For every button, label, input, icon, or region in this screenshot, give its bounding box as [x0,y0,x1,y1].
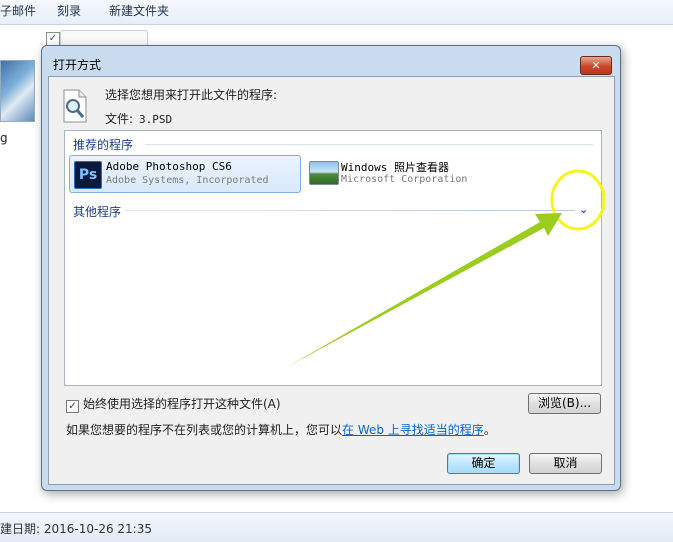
chevron-down-icon[interactable]: ⌄ [579,203,588,216]
always-use-label: 始终使用选择的程序打开这种文件(A) [83,397,281,411]
thumbnail-checkbox[interactable]: ✓ [46,32,60,46]
program-photo-viewer[interactable]: Windows 照片查看器 Microsoft Corporation [305,155,535,191]
toolbar-new-folder[interactable]: 新建文件夹 [109,2,169,19]
open-with-dialog: 打开方式 ✕ 选择您想用来打开此文件的程序: 文件: 3.PSD 推荐的程序 Ps… [41,45,621,491]
always-use-row[interactable]: ✓ 始终使用选择的程序打开这种文件(A) [66,395,281,413]
file-label: 文件: [105,112,134,126]
other-programs-header[interactable]: 其他程序 [73,203,121,220]
browse-button[interactable]: 浏览(B)... [528,393,601,414]
info-text-end: 。 [483,423,496,437]
program-vendor: Microsoft Corporation [341,174,468,185]
ok-button[interactable]: 确定 [447,453,520,474]
program-name: Adobe Photoshop CS6 [106,160,232,173]
photo-viewer-icon [309,161,339,185]
info-text-row: 如果您想要的程序不在列表或您的计算机上，您可以在 Web 上寻找适当的程序。 [66,421,496,438]
photoshop-icon: Ps [74,161,102,189]
program-vendor: Adobe Systems, Incorporated [106,175,269,186]
close-button[interactable]: ✕ [580,56,612,75]
dialog-title: 打开方式 [53,58,102,72]
thumbnail-label: g [0,131,8,145]
other-programs-divider [125,210,575,211]
explorer-toolbar: 电子邮件 刻录 新建文件夹 [0,0,673,25]
dialog-prompt: 选择您想用来打开此文件的程序: [105,88,278,102]
program-photoshop[interactable]: Ps Adobe Photoshop CS6 Adobe Systems, In… [69,155,301,193]
web-search-link[interactable]: 在 Web 上寻找适当的程序 [342,423,484,437]
file-thumbnail[interactable] [0,60,35,122]
search-document-icon [63,89,87,123]
always-use-checkbox[interactable]: ✓ [66,400,79,413]
file-name: 3.PSD [139,113,173,126]
dialog-client-area: 选择您想用来打开此文件的程序: 文件: 3.PSD 推荐的程序 Ps Adobe … [48,76,615,485]
toolbar-email[interactable]: 电子邮件 [0,2,36,19]
program-name: Windows 照片查看器 [341,161,449,174]
close-icon: ✕ [591,59,601,72]
program-list[interactable]: 推荐的程序 Ps Adobe Photoshop CS6 Adobe Syste… [64,130,602,386]
cancel-button[interactable]: 取消 [529,453,602,474]
explorer-statusbar: 创建日期: 2016-10-26 21:35 [0,512,673,542]
recommended-header: 推荐的程序 [73,138,134,152]
info-text: 如果您想要的程序不在列表或您的计算机上，您可以 [66,423,343,437]
dialog-titlebar[interactable]: 打开方式 ✕ [42,46,620,76]
file-line: 文件: 3.PSD [105,110,172,127]
recommended-divider [145,144,593,145]
toolbar-burn[interactable]: 刻录 [57,2,81,19]
created-date: 创建日期: 2016-10-26 21:35 [0,522,152,536]
